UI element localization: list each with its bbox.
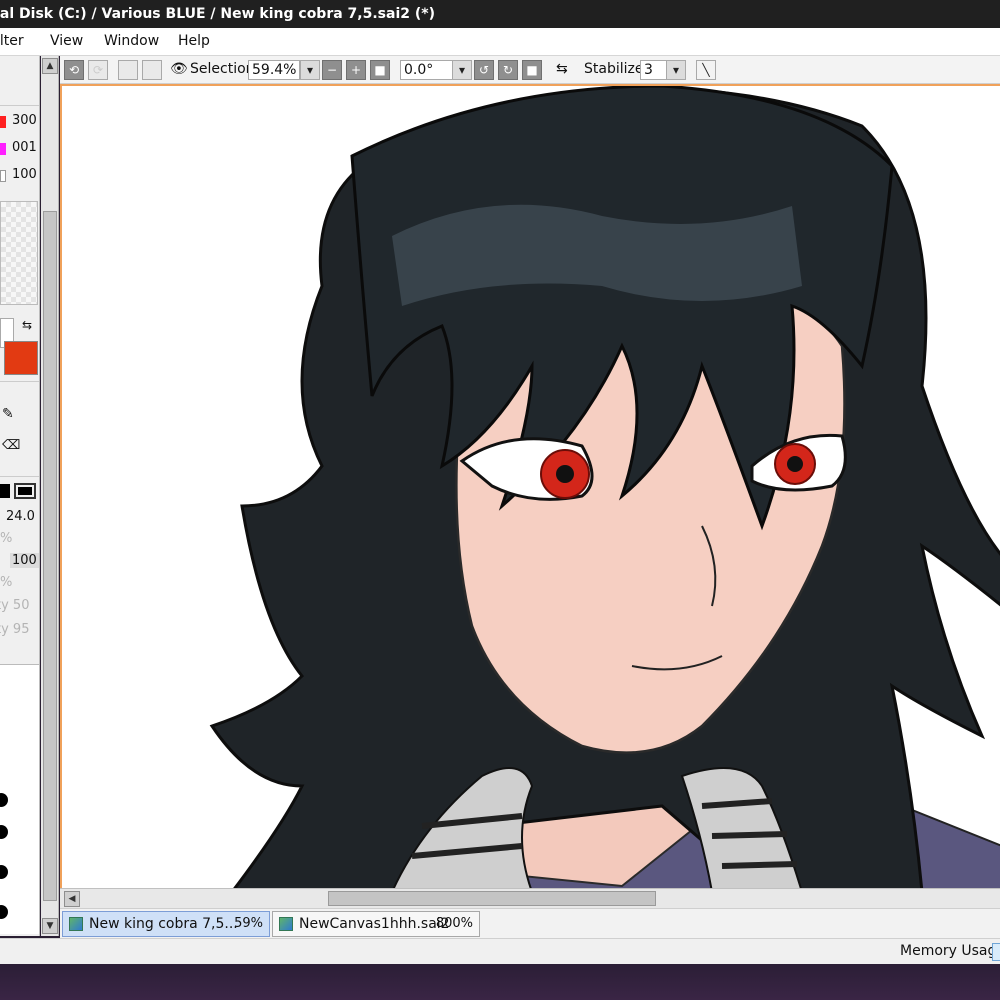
undo-icon[interactable]: ⟲ bbox=[64, 60, 84, 80]
plus-icon[interactable]: + bbox=[346, 60, 366, 80]
swatch-chip bbox=[0, 116, 6, 128]
eye-icon[interactable]: 👁 bbox=[170, 61, 188, 77]
sai-file-icon bbox=[69, 917, 83, 931]
zoom-reset-icon[interactable]: ■ bbox=[370, 60, 390, 80]
brush-shape-square-icon[interactable] bbox=[14, 483, 36, 499]
menu-window[interactable]: Window bbox=[104, 33, 159, 49]
deselect-icon[interactable] bbox=[118, 60, 138, 80]
minus-icon[interactable]: − bbox=[322, 60, 342, 80]
primary-color[interactable] bbox=[4, 341, 38, 375]
swap-colors-icon[interactable]: ⇆ bbox=[22, 318, 32, 332]
toolbar: ⟲ ⟳ 👁 Selection 59.4% ▾ − + ■ 0.0° ▾ ↺ ↻… bbox=[60, 56, 1000, 84]
menu-filter[interactable]: ilter bbox=[0, 33, 24, 49]
panel-header bbox=[0, 56, 39, 106]
swatch-red[interactable]: 300 bbox=[0, 110, 39, 132]
tab-new-king-cobra[interactable]: New king cobra 7,5... 59% bbox=[62, 911, 270, 937]
tab-zoom: 59% bbox=[234, 916, 263, 931]
app-window: ocal Disk (C:) / Various BLUE / New king… bbox=[0, 0, 1000, 1000]
document-tabs: New king cobra 7,5... 59% NewCanvas1hhh.… bbox=[60, 908, 1000, 938]
scroll-down-icon[interactable]: ▼ bbox=[42, 918, 58, 934]
pen-icon[interactable]: ✎ bbox=[2, 406, 14, 422]
desktop-background bbox=[0, 964, 1000, 1000]
tab-label: New king cobra 7,5... bbox=[89, 916, 238, 932]
drawing-canvas[interactable] bbox=[60, 84, 1000, 890]
brush-dot-icon[interactable] bbox=[0, 865, 8, 879]
dilution-value[interactable]: ty 95 bbox=[0, 622, 29, 637]
eraser-icon[interactable]: ⌫ bbox=[2, 438, 20, 453]
zoom-dropdown-icon[interactable]: ▾ bbox=[300, 60, 320, 80]
tab-zoom: 800% bbox=[435, 916, 473, 931]
scroll-thumb[interactable] bbox=[328, 891, 656, 906]
swatch-magenta[interactable]: 001 bbox=[0, 137, 39, 159]
brush-dot-icon[interactable] bbox=[0, 825, 8, 839]
rotate-cw-icon[interactable]: ↻ bbox=[498, 60, 518, 80]
swatch-chip bbox=[0, 170, 6, 182]
artwork[interactable] bbox=[62, 86, 1000, 890]
status-bar: Memory Usage bbox=[0, 938, 1000, 964]
invert-icon[interactable] bbox=[142, 60, 162, 80]
menu-view[interactable]: View bbox=[50, 33, 83, 49]
artwork-pupil-right bbox=[787, 456, 803, 472]
scroll-left-icon[interactable]: ◀ bbox=[64, 891, 80, 907]
flip-icon[interactable]: ⇆ bbox=[556, 61, 568, 77]
tab-newcanvas[interactable]: NewCanvas1hhh.sai2 800% bbox=[272, 911, 480, 937]
rotation-field[interactable]: 0.0° bbox=[400, 60, 454, 80]
artwork-pupil-left bbox=[556, 465, 574, 483]
pen-icon[interactable]: ╲ bbox=[696, 60, 716, 80]
swatch-chip bbox=[0, 143, 6, 155]
selection-label[interactable]: Selection bbox=[190, 61, 255, 77]
brush-dot-icon[interactable] bbox=[0, 905, 8, 919]
canvas-horizontal-scrollbar[interactable]: ◀ bbox=[60, 888, 1000, 908]
density-value[interactable]: 100 bbox=[10, 553, 39, 568]
zoom-field[interactable]: 59.4% bbox=[248, 60, 300, 80]
brush-dot-list[interactable] bbox=[0, 664, 39, 934]
window-title: ocal Disk (C:) / Various BLUE / New king… bbox=[0, 0, 1000, 28]
scroll-thumb[interactable] bbox=[43, 211, 57, 901]
memory-usage-label: Memory Usage bbox=[900, 943, 1000, 959]
left-panel-scrollbar[interactable]: ▲ ▼ bbox=[41, 56, 59, 936]
left-tool-panel: 300 001 100 ⇆ ✎ ⌫ 24.0 % 100 % ty 50 ty … bbox=[0, 56, 40, 936]
tab-label: NewCanvas1hhh.sai2 bbox=[299, 916, 450, 932]
swatch-value: 100 bbox=[12, 167, 37, 182]
brush-dot-icon[interactable] bbox=[0, 793, 8, 807]
menu-help[interactable]: Help bbox=[178, 33, 210, 49]
texture-preview[interactable] bbox=[0, 201, 38, 305]
sai-file-icon bbox=[279, 917, 293, 931]
min-size-pct: % bbox=[0, 531, 13, 546]
swatch-value: 300 bbox=[12, 113, 37, 128]
brush-size[interactable]: 24.0 bbox=[6, 509, 35, 524]
tool-list[interactable]: ✎ ⌫ bbox=[0, 381, 39, 477]
rotation-dropdown-icon[interactable]: ▾ bbox=[452, 60, 472, 80]
brush-shape-icon[interactable] bbox=[0, 484, 10, 498]
swatch-white[interactable]: 100 bbox=[0, 164, 39, 186]
swatch-value: 001 bbox=[12, 140, 37, 155]
stabilizer-dropdown-icon[interactable]: ▾ bbox=[666, 60, 686, 80]
redo-icon[interactable]: ⟳ bbox=[88, 60, 108, 80]
rotation-reset-icon[interactable]: ■ bbox=[522, 60, 542, 80]
blending-value[interactable]: ty 50 bbox=[0, 598, 29, 613]
memory-usage-bar bbox=[992, 943, 1000, 961]
rotate-ccw-icon[interactable]: ↺ bbox=[474, 60, 494, 80]
menu-bar: ilter View Window Help bbox=[0, 28, 1000, 56]
density-pct: % bbox=[0, 575, 13, 590]
scroll-up-icon[interactable]: ▲ bbox=[42, 58, 58, 74]
